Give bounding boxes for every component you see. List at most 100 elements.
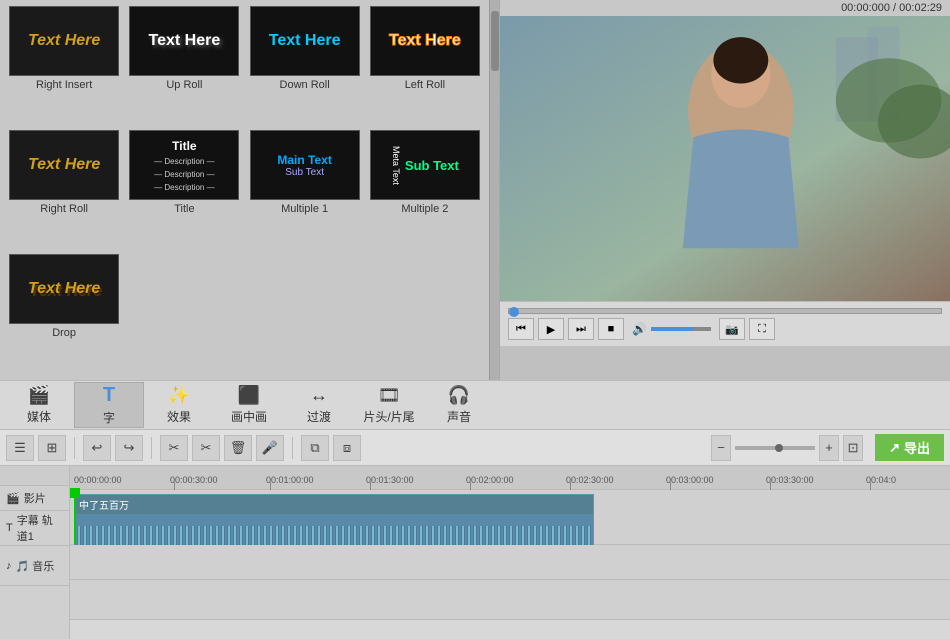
preview-text-4: Text Here bbox=[389, 31, 461, 50]
progress-bar[interactable] bbox=[508, 308, 942, 314]
fit-button[interactable]: ⊡ bbox=[843, 435, 863, 461]
template-multiple-1[interactable]: Main Text Sub Text Multiple 1 bbox=[247, 130, 363, 250]
template-left-roll[interactable]: Text Here Left Roll bbox=[367, 6, 483, 126]
video-track-row: 中了五百万 bbox=[70, 490, 950, 545]
music-icon: ♪ bbox=[6, 560, 12, 572]
zoom-out-button[interactable]: − bbox=[711, 435, 731, 461]
trim-button[interactable]: ✂ bbox=[160, 435, 188, 461]
undo-button[interactable]: ↩ bbox=[83, 435, 111, 461]
redo-button[interactable]: ↪ bbox=[115, 435, 143, 461]
chapter-icon: 🎞 bbox=[378, 385, 401, 406]
scroll-thumb[interactable] bbox=[491, 11, 499, 71]
toolbar-tabs: 🎬 媒体 T 字 ✨ 效果 ⬛ 画中画 ↔ 过渡 🎞 片头/片尾 🎧 声音 bbox=[0, 380, 950, 430]
tab-transition[interactable]: ↔ 过渡 bbox=[284, 382, 354, 428]
export-label: 导出 bbox=[904, 438, 930, 457]
audio-icon: 🎧 bbox=[448, 385, 470, 406]
thumb-left-roll: Text Here bbox=[370, 6, 480, 76]
template-drop[interactable]: Text Here Drop bbox=[6, 254, 122, 374]
tab-pip[interactable]: ⬛ 画中画 bbox=[214, 382, 284, 428]
zoom-in-button[interactable]: + bbox=[819, 435, 839, 461]
thumb-up-roll: Text Here bbox=[129, 6, 239, 76]
time-display-top: 00:00:000 / 00:02:29 bbox=[500, 0, 950, 16]
view-grid-button[interactable]: ⊞ bbox=[38, 435, 66, 461]
clip-button-1[interactable]: ⧉ bbox=[301, 435, 329, 461]
zoom-handle[interactable] bbox=[775, 444, 783, 452]
tab-chapter[interactable]: 🎞 片头/片尾 bbox=[354, 382, 424, 428]
film-label: 影片 bbox=[24, 490, 46, 506]
tick-4: 00:02:00:00 bbox=[466, 475, 514, 485]
clip-title: 中了五百万 bbox=[75, 495, 593, 514]
music-label: 🎵 音乐 bbox=[16, 558, 55, 574]
track-label-music: ♪ 🎵 音乐 bbox=[0, 546, 69, 586]
play-button[interactable]: ▶ bbox=[538, 318, 564, 340]
divider-3 bbox=[292, 437, 293, 459]
template-up-roll[interactable]: Text Here Up Roll bbox=[126, 6, 242, 126]
title-thumb-content: Title — Description — — Description — — … bbox=[154, 139, 214, 192]
tick-0: 00:00:00:00 bbox=[74, 475, 122, 485]
tab-audio[interactable]: 🎧 声音 bbox=[424, 382, 494, 428]
thumb-multiple-2: Meta Text Sub Text bbox=[370, 130, 480, 200]
tick-2: 00:01:00:00 bbox=[266, 475, 314, 485]
video-scene-svg bbox=[500, 16, 950, 301]
tick-5: 00:02:30:00 bbox=[566, 475, 614, 485]
thumb-title: Title — Description — — Description — — … bbox=[129, 130, 239, 200]
media-icon: 🎬 bbox=[28, 385, 50, 406]
cut-button[interactable]: ✂ bbox=[192, 435, 220, 461]
template-title[interactable]: Title — Description — — Description — — … bbox=[126, 130, 242, 250]
label-up-roll: Up Roll bbox=[166, 79, 202, 91]
transition-icon: ↔ bbox=[310, 385, 328, 406]
preview-text-3: Text Here bbox=[269, 31, 341, 50]
music-track-row bbox=[70, 580, 950, 620]
template-right-roll[interactable]: Text Here Right Roll bbox=[6, 130, 122, 250]
template-scrollbar[interactable] bbox=[489, 0, 499, 380]
playhead[interactable] bbox=[74, 490, 76, 544]
ruler-corner bbox=[0, 466, 69, 486]
thumb-right-roll: Text Here bbox=[9, 130, 119, 200]
thumb-right-insert: Text Here bbox=[9, 6, 119, 76]
tab-effects[interactable]: ✨ 效果 bbox=[144, 382, 214, 428]
thumb-down-roll: Text Here bbox=[250, 6, 360, 76]
label-left-roll: Left Roll bbox=[405, 79, 445, 91]
subtitle-icon: T bbox=[6, 522, 13, 534]
divider-1 bbox=[74, 437, 75, 459]
clip-button-2[interactable]: ⧈ bbox=[333, 435, 361, 461]
label-down-roll: Down Roll bbox=[280, 79, 330, 91]
snapshot-button[interactable]: 📷 bbox=[719, 318, 745, 340]
next-frame-button[interactable]: ⏭ bbox=[568, 318, 594, 340]
subtitle-label: 字幕 轨道1 bbox=[17, 512, 63, 544]
preview-text-2: Text Here bbox=[149, 31, 221, 50]
time-text: 00:00:000 / 00:02:29 bbox=[841, 2, 942, 14]
right-panel: 00:00:000 / 00:02:29 bbox=[500, 0, 950, 380]
prev-frame-button[interactable]: ⏮ bbox=[508, 318, 534, 340]
zoom-slider[interactable] bbox=[735, 446, 815, 450]
mic-button[interactable]: 🎤 bbox=[256, 435, 284, 461]
stop-button[interactable]: ■ bbox=[598, 318, 624, 340]
divider-2 bbox=[151, 437, 152, 459]
playhead-head bbox=[70, 488, 80, 498]
export-button[interactable]: ↗ 导出 bbox=[875, 434, 944, 461]
tab-media-label: 媒体 bbox=[27, 408, 51, 425]
track-labels: 🎬 影片 T 字幕 轨道1 ♪ 🎵 音乐 bbox=[0, 466, 70, 639]
tab-media[interactable]: 🎬 媒体 bbox=[4, 382, 74, 428]
pip-icon: ⬛ bbox=[238, 385, 260, 406]
timeline-area: 🎬 影片 T 字幕 轨道1 ♪ 🎵 音乐 00:00:00:00 00:00:3… bbox=[0, 466, 950, 639]
tick-7: 00:03:30:00 bbox=[766, 475, 814, 485]
delete-button[interactable]: 🗑 bbox=[224, 435, 252, 461]
progress-handle[interactable] bbox=[509, 307, 519, 317]
template-down-roll[interactable]: Text Here Down Roll bbox=[247, 6, 363, 126]
template-multiple-2[interactable]: Meta Text Sub Text Multiple 2 bbox=[367, 130, 483, 250]
preview-text-9: Text Here bbox=[28, 279, 100, 298]
effects-icon: ✨ bbox=[168, 385, 190, 406]
preview-text-1: Text Here bbox=[28, 31, 100, 50]
waveform-visual bbox=[77, 526, 591, 546]
label-right-roll: Right Roll bbox=[40, 203, 88, 215]
template-right-insert[interactable]: Text Here Right Insert bbox=[6, 6, 122, 126]
label-right-insert: Right Insert bbox=[36, 79, 92, 91]
fullscreen-button[interactable]: ⛶ bbox=[749, 318, 775, 340]
view-list-button[interactable]: ☰ bbox=[6, 435, 34, 461]
volume-slider[interactable] bbox=[651, 327, 711, 331]
tab-text[interactable]: T 字 bbox=[74, 382, 144, 428]
video-controls: ⏮ ▶ ⏭ ■ 🔊 📷 ⛶ bbox=[500, 301, 950, 346]
export-icon: ↗ bbox=[889, 440, 900, 456]
edit-toolbar: ☰ ⊞ ↩ ↪ ✂ ✂ 🗑 🎤 ⧉ ⧈ − + ⊡ ↗ 导出 bbox=[0, 430, 950, 466]
